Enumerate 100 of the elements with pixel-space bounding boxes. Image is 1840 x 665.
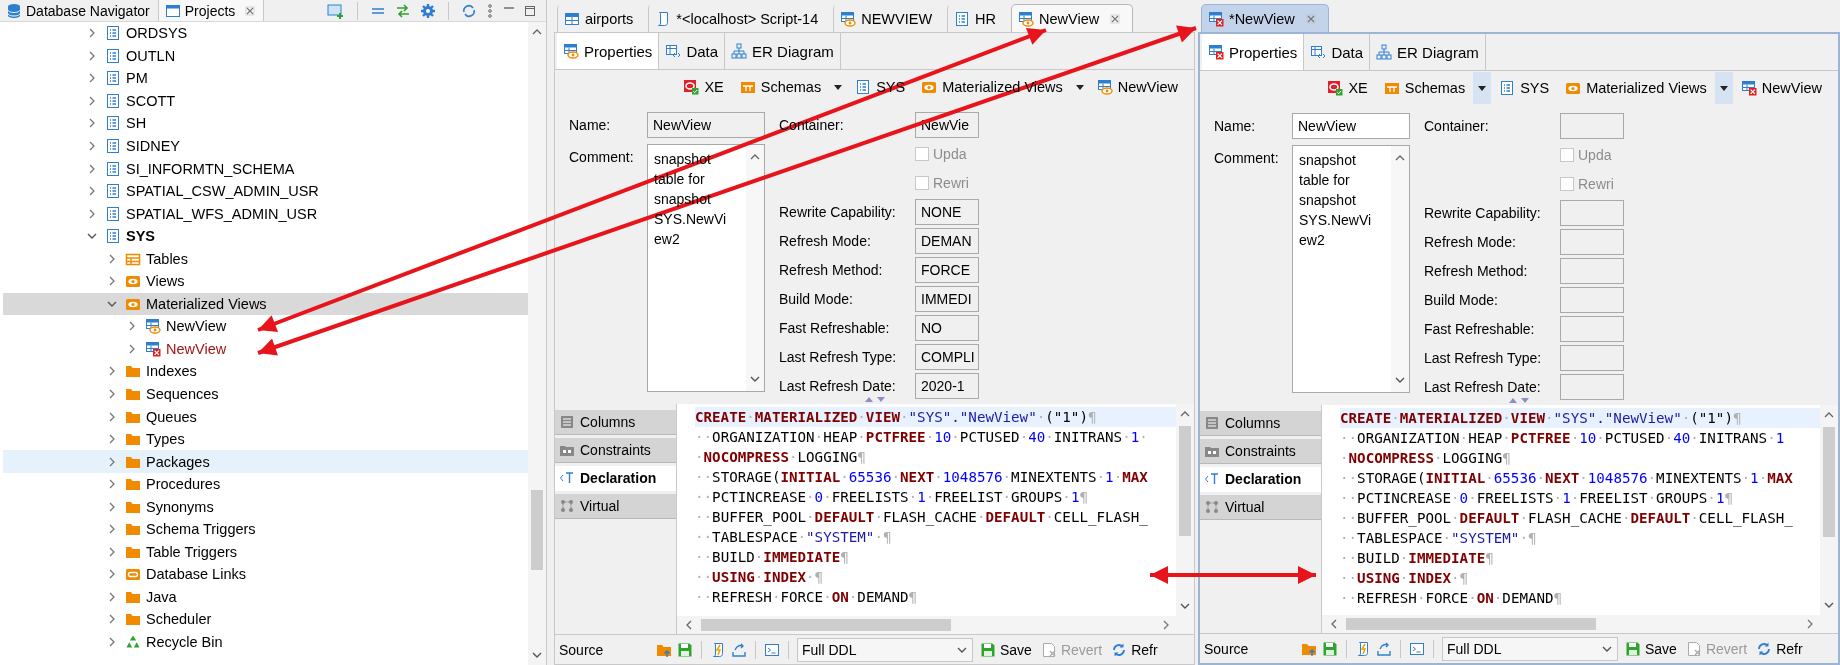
save-icon[interactable] — [1322, 640, 1338, 657]
section-tab[interactable]: Constraints — [555, 438, 676, 463]
scrollbar[interactable] — [1820, 405, 1838, 615]
value-field[interactable] — [1560, 258, 1624, 284]
refresh-button[interactable]: Refr — [1754, 640, 1805, 657]
format-dropdown[interactable]: Full DDL — [797, 637, 973, 662]
value-field[interactable] — [1560, 113, 1624, 139]
editor-subtab[interactable]: ER Diagram — [725, 33, 841, 69]
tree-item[interactable]: ORDSYS — [3, 22, 528, 45]
swap-arrows-icon[interactable] — [395, 2, 411, 19]
editor-subtab[interactable]: Properties — [1202, 34, 1305, 70]
tree-item[interactable]: Types — [3, 427, 528, 451]
section-tab[interactable]: Virtual — [1200, 495, 1321, 520]
breadcrumb-item[interactable]: Materialized Views — [1557, 80, 1715, 96]
value-field[interactable]: IMMEDI — [915, 286, 979, 312]
name-field[interactable]: NewView — [647, 112, 765, 138]
tree-item[interactable]: Database Links — [3, 563, 528, 586]
sash-arrows-icon[interactable] — [863, 394, 886, 404]
close-icon[interactable] — [1305, 13, 1316, 24]
comment-field[interactable]: snapshot table for snapshot SYS.NewView2 — [1292, 145, 1410, 393]
section-tab[interactable]: Columns — [555, 410, 676, 435]
tree-item[interactable]: NewView — [3, 337, 528, 361]
dropdown-button[interactable] — [1714, 72, 1733, 104]
format-dropdown[interactable]: Full DDL — [1442, 636, 1618, 661]
tree-item[interactable]: Indexes — [3, 360, 528, 383]
name-field[interactable]: NewView — [1292, 113, 1410, 139]
tree-item[interactable]: OUTLN — [3, 44, 528, 68]
tree-item[interactable]: Java — [3, 585, 528, 609]
scrollbar[interactable] — [1176, 404, 1194, 616]
tree-item[interactable]: SI_INFORMTN_SCHEMA — [3, 157, 528, 180]
maximize-icon[interactable] — [524, 4, 536, 17]
tree-item[interactable]: Views — [3, 270, 528, 293]
tree-item[interactable]: Tables — [3, 247, 528, 270]
breadcrumb-item[interactable]: SYS — [1491, 80, 1558, 96]
breadcrumb-item[interactable]: NewView — [1088, 79, 1186, 95]
value-field[interactable] — [1560, 374, 1624, 400]
save-icon[interactable] — [677, 641, 693, 658]
section-tab[interactable]: Constraints — [1200, 439, 1321, 464]
more-icon[interactable] — [486, 3, 494, 18]
tree-item[interactable]: SH — [3, 112, 528, 135]
tree-item[interactable]: Table Triggers — [3, 540, 528, 564]
breadcrumb-item[interactable]: Materialized Views — [913, 79, 1071, 95]
tree-item[interactable]: Packages — [3, 450, 528, 473]
sash-arrows-icon[interactable] — [1508, 395, 1530, 405]
tree-item[interactable]: SCOTT — [3, 89, 528, 113]
tree-item[interactable]: Procedures — [3, 472, 528, 496]
new-window-icon[interactable] — [327, 2, 345, 19]
tree-item[interactable]: SPATIAL_CSW_ADMIN_USR — [3, 179, 528, 203]
section-tab[interactable]: Declaration — [1200, 467, 1321, 492]
dropdown-button[interactable] — [1473, 72, 1492, 104]
tree-item[interactable]: SYS — [3, 224, 528, 248]
section-tab[interactable]: Columns — [1200, 411, 1321, 436]
editor-subtab[interactable]: Data — [1304, 34, 1371, 70]
scrollbar-thumb[interactable] — [1179, 426, 1191, 536]
tree-item[interactable]: SPATIAL_WFS_ADMIN_USR — [3, 202, 528, 225]
value-field[interactable]: DEMAN — [915, 228, 979, 254]
value-field[interactable] — [1560, 287, 1624, 313]
editor-tab[interactable]: *NewView — [1201, 4, 1329, 32]
tree-item[interactable]: SIDNEY — [3, 134, 528, 158]
tree-item[interactable]: Recycle Bin — [3, 630, 528, 654]
value-field[interactable] — [1560, 345, 1624, 371]
value-field[interactable]: 2020-1 — [915, 373, 979, 399]
scrollbar-thumb[interactable] — [701, 619, 951, 631]
tree-item[interactable]: Synonyms — [3, 495, 528, 519]
tree-item[interactable]: Materialized Views — [3, 292, 528, 316]
breadcrumb-item[interactable]: XE — [675, 79, 732, 95]
link-arrows-icon[interactable] — [461, 2, 477, 19]
refresh-button[interactable]: Refr — [1109, 641, 1160, 658]
value-field[interactable]: NO — [915, 315, 979, 341]
editor-subtab[interactable]: Data — [659, 33, 726, 69]
scrollbar[interactable] — [528, 22, 546, 665]
value-field[interactable]: FORCE — [915, 257, 979, 283]
editor-tab[interactable]: NewView — [1011, 4, 1134, 32]
editor-subtab[interactable]: Properties — [557, 33, 660, 69]
value-field[interactable] — [1560, 200, 1624, 226]
save-button[interactable]: Save — [1623, 640, 1679, 657]
value-field[interactable] — [1560, 316, 1624, 342]
navigator-tab[interactable]: Projects — [158, 0, 265, 21]
code-editor[interactable] — [677, 404, 1194, 634]
breadcrumb-item[interactable]: NewView — [1732, 80, 1830, 96]
export-icon[interactable] — [1376, 640, 1392, 657]
scrollbar-thumb[interactable] — [531, 490, 543, 570]
settings-icon[interactable] — [420, 2, 436, 19]
terminal-icon[interactable] — [1409, 640, 1425, 657]
value-field[interactable]: COMPLI — [915, 344, 979, 370]
tree-item[interactable]: PM — [3, 67, 528, 90]
tree-item[interactable]: NewView — [3, 315, 528, 338]
scrollbar-thumb[interactable] — [1346, 618, 1596, 630]
code-editor[interactable] — [1322, 405, 1838, 633]
close-icon[interactable] — [1110, 13, 1121, 24]
save-button[interactable]: Save — [978, 641, 1034, 658]
tree-item[interactable]: Sequences — [3, 382, 528, 406]
breadcrumb-item[interactable]: XE — [1319, 80, 1376, 96]
breadcrumb-item[interactable]: Schemas — [1375, 80, 1474, 96]
tree-item[interactable]: Queues — [3, 405, 528, 428]
tree-item[interactable]: Schema Triggers — [3, 518, 528, 541]
section-tab[interactable]: Declaration — [555, 466, 676, 491]
breadcrumb-item[interactable]: Schemas — [731, 79, 830, 95]
close-icon[interactable] — [245, 5, 256, 16]
scrollbar[interactable] — [1322, 615, 1838, 633]
